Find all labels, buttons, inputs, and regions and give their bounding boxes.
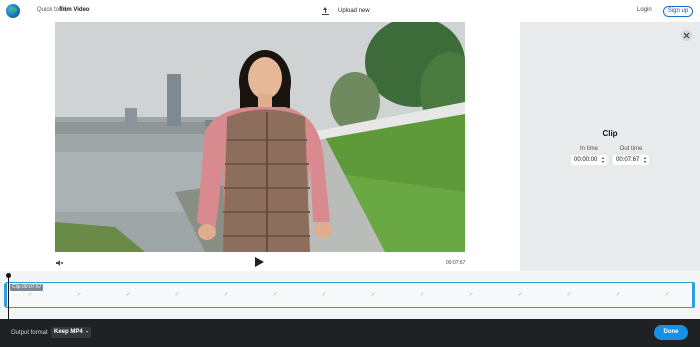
spinner-icon[interactable] xyxy=(644,157,647,163)
timeline-tick xyxy=(77,292,81,296)
output-format-value: Keep MP4 xyxy=(54,329,83,335)
out-time-label: Out time xyxy=(619,146,643,152)
trim-end-handle[interactable] xyxy=(692,283,695,307)
timeline-tick xyxy=(420,292,424,296)
video-frame[interactable] xyxy=(55,22,465,252)
logo-icon[interactable] xyxy=(6,4,20,18)
done-button[interactable]: Done xyxy=(654,325,688,340)
clip-track[interactable] xyxy=(5,282,695,308)
clip-settings-panel xyxy=(520,22,700,271)
in-time-input[interactable]: 00:00:00 xyxy=(571,155,607,165)
upload-new-label: Upload new xyxy=(338,8,370,14)
timeline-tick xyxy=(322,292,326,296)
output-format-select[interactable]: Keep MP4 xyxy=(51,327,91,338)
timeline-tick xyxy=(224,292,228,296)
video-preview-area: 00:07:67 xyxy=(0,22,520,271)
timeline-tick xyxy=(126,292,130,296)
timeline-tick xyxy=(469,292,473,296)
trim-start-handle[interactable] xyxy=(4,283,7,307)
out-time-value: 00:07:67 xyxy=(616,157,640,163)
bottom-bar xyxy=(0,319,700,347)
upload-icon xyxy=(322,7,329,15)
playhead-line xyxy=(8,277,9,319)
panel-title: Clip xyxy=(602,129,618,138)
close-icon[interactable] xyxy=(681,30,692,41)
spinner-icon[interactable] xyxy=(602,157,605,163)
in-time-label: In time xyxy=(579,146,598,152)
sign-up-button[interactable]: Sign up xyxy=(663,6,693,17)
breadcrumb-trim-video: Trim Video xyxy=(59,7,90,13)
timeline-tick xyxy=(665,292,669,296)
timeline-tick xyxy=(518,292,522,296)
timeline-tick xyxy=(175,292,179,296)
output-format-label: Output format xyxy=(11,330,48,336)
video-thumbnail xyxy=(55,22,465,252)
timeline-tick xyxy=(273,292,277,296)
login-link[interactable]: Login xyxy=(637,7,652,13)
mute-icon[interactable] xyxy=(56,260,63,266)
timeline-tick xyxy=(567,292,571,296)
current-time: 00:07:67 xyxy=(446,260,466,266)
timeline-tick xyxy=(28,292,32,296)
caret-down-icon xyxy=(86,331,88,333)
in-time-value: 00:00:00 xyxy=(574,157,598,163)
clip-label: Clip 00:07:67 xyxy=(10,284,44,291)
play-icon[interactable] xyxy=(255,257,264,267)
out-time-input[interactable]: 00:07:67 xyxy=(613,155,649,165)
timeline-tick xyxy=(616,292,620,296)
upload-new-button[interactable]: Upload new xyxy=(322,5,370,17)
breadcrumb-separator: / xyxy=(54,7,56,13)
timeline-tick xyxy=(371,292,375,296)
top-bar: Quick tools / Trim Video Upload new Logi… xyxy=(0,0,700,22)
